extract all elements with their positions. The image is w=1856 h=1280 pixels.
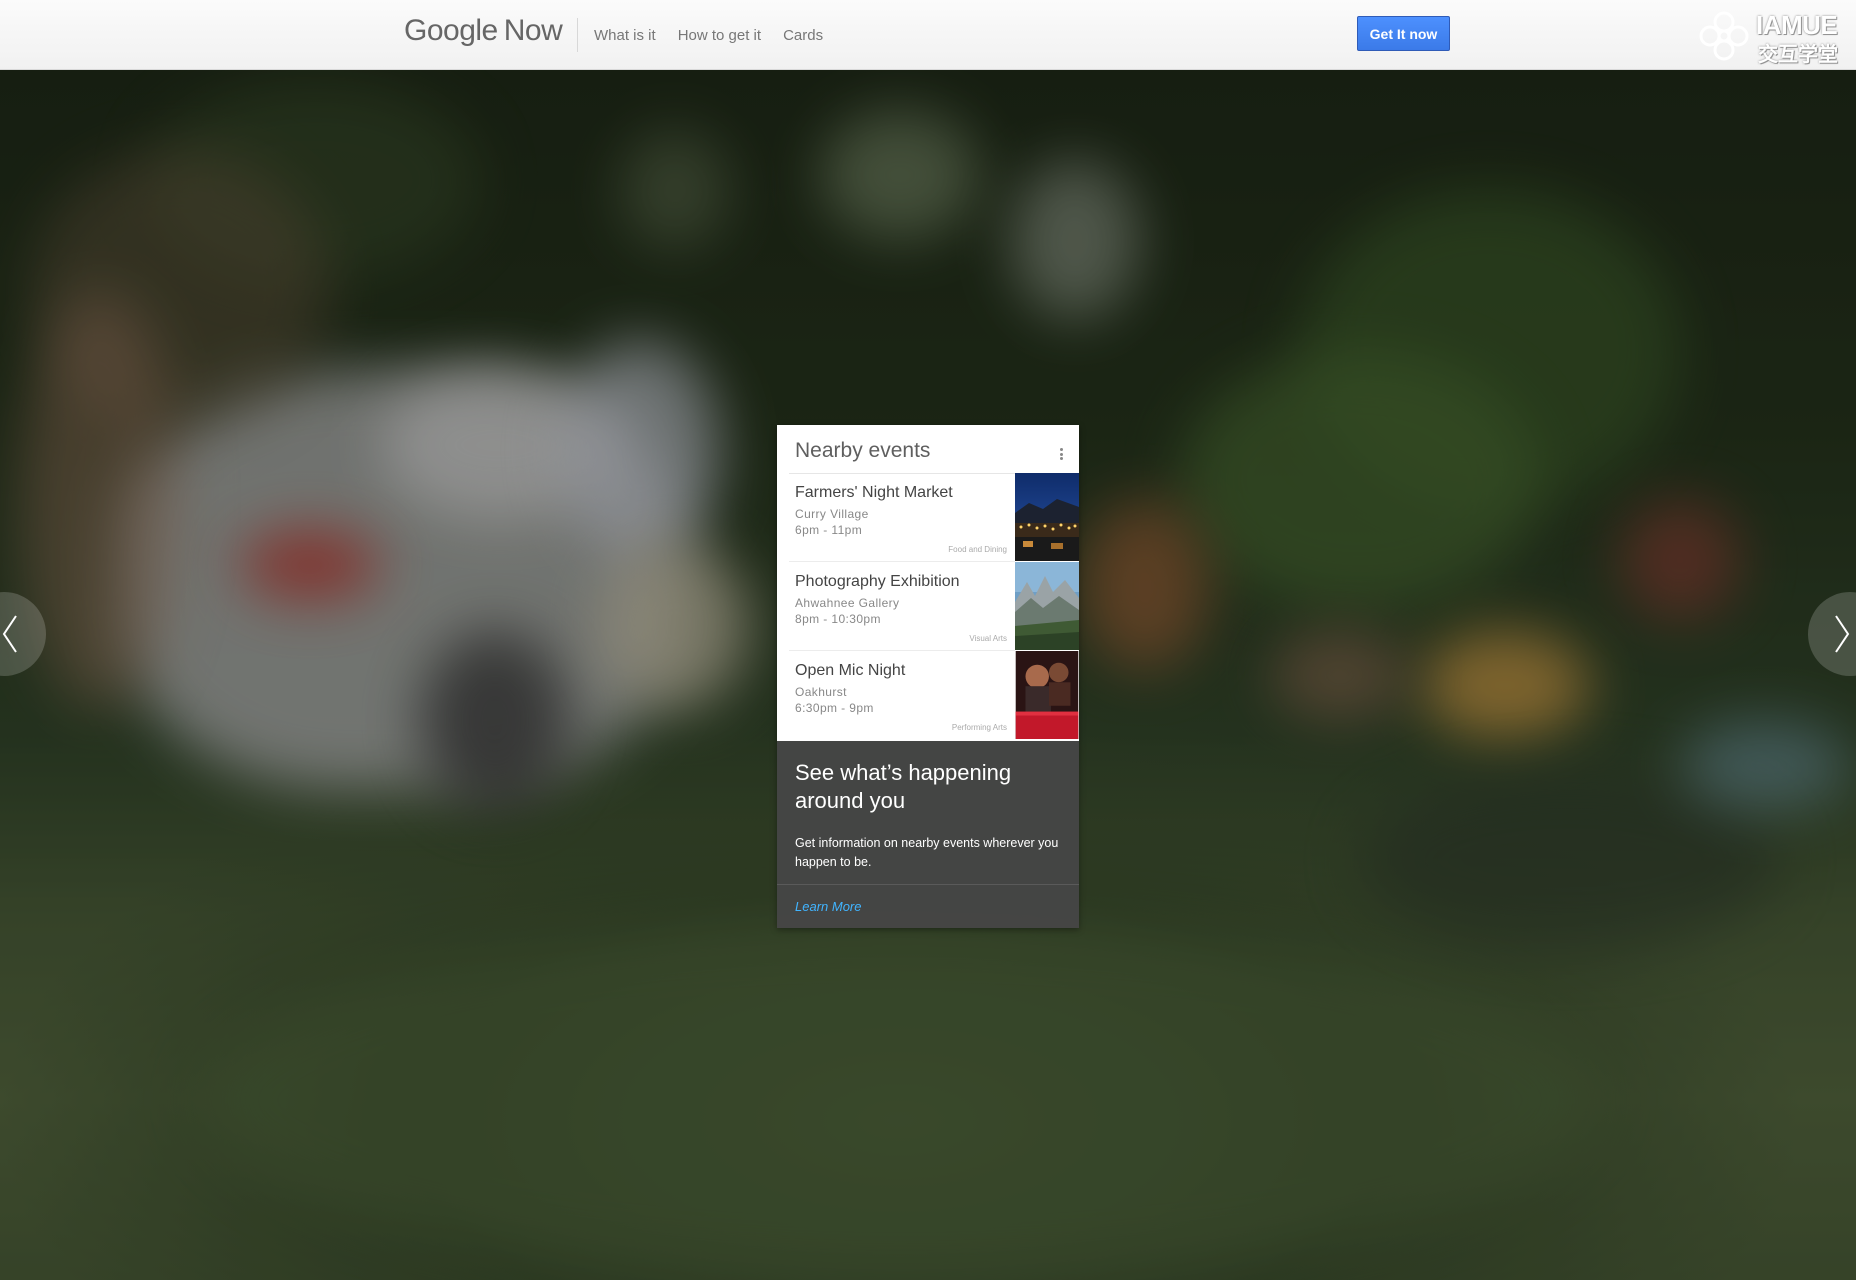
event-time: 6pm - 11pm [795, 523, 863, 537]
event-place: Ahwahnee Gallery [795, 596, 900, 610]
card-info-panel: See what’s happening around you Get info… [777, 741, 1079, 928]
nearby-events-card: Nearby events Farmers' Night Market Curr… [777, 425, 1079, 928]
nav-what-is-it[interactable]: What is it [594, 27, 656, 44]
event-category: Food and Dining [948, 545, 1007, 554]
event-category: Performing Arts [951, 723, 1007, 732]
card-headline: See what’s happening around you [795, 760, 1012, 813]
event-thumbnail-valley [1015, 562, 1079, 650]
google-now-logo[interactable]: Google Now [404, 14, 563, 48]
chevron-right-icon [1835, 615, 1850, 653]
logo-now-text: Now [503, 14, 563, 47]
event-thumbnail-market [1015, 473, 1079, 561]
header-divider [577, 18, 578, 52]
events-list-panel: Nearby events Farmers' Night Market Curr… [777, 425, 1079, 741]
event-name: Open Mic Night [795, 662, 906, 679]
event-time: 8pm - 10:30pm [795, 612, 881, 626]
event-item-open-mic-night[interactable]: Open Mic Night Oakhurst 6:30pm - 9pm Per… [777, 651, 1079, 739]
learn-more-link[interactable]: Learn More [795, 899, 861, 914]
nav-how-to-get-it[interactable]: How to get it [678, 27, 761, 44]
nav-cards[interactable]: Cards [783, 27, 823, 44]
top-navigation-bar: Google Now What is it How to get it Cards… [0, 0, 1856, 70]
card-title: Nearby events [795, 439, 931, 462]
event-place: Curry Village [795, 507, 869, 521]
event-item-photography-exhibition[interactable]: Photography Exhibition Ahwahnee Gallery … [777, 562, 1079, 651]
event-category: Visual Arts [969, 634, 1007, 643]
event-time: 6:30pm - 9pm [795, 701, 874, 715]
chevron-left-icon [2, 615, 17, 653]
flower-logo-icon [1699, 11, 1749, 61]
watermark-cjk-text: 交互学堂 [1758, 44, 1838, 66]
iamue-watermark: IAMUE 交互学堂 [1698, 8, 1846, 66]
get-it-now-button[interactable]: Get It now [1357, 16, 1450, 51]
event-name: Farmers' Night Market [795, 484, 953, 501]
logo-google-text: Google [404, 14, 498, 47]
event-thumbnail-open-mic [1015, 651, 1079, 739]
card-description: Get information on nearby events whereve… [795, 836, 1059, 869]
watermark-latin-text: IAMUE [1756, 10, 1838, 40]
info-divider [777, 884, 1079, 885]
event-name: Photography Exhibition [795, 573, 960, 590]
event-item-farmers-market[interactable]: Farmers' Night Market Curry Village 6pm … [777, 473, 1079, 562]
kebab-menu-icon[interactable] [1058, 445, 1064, 463]
event-place: Oakhurst [795, 685, 847, 699]
main-nav: What is it How to get it Cards [594, 0, 845, 70]
